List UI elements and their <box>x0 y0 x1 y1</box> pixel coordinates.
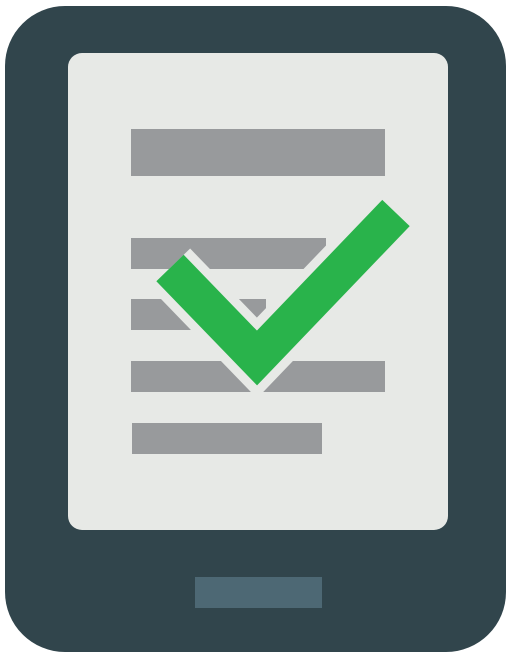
tablet-document-checkmark-icon <box>5 6 506 652</box>
document-line-5 <box>132 423 322 454</box>
tablet-screen <box>68 53 448 530</box>
document-line-2 <box>131 238 326 269</box>
tablet-document-check-illustration <box>0 0 510 656</box>
document-line-1 <box>131 129 385 176</box>
home-button[interactable] <box>195 577 322 608</box>
